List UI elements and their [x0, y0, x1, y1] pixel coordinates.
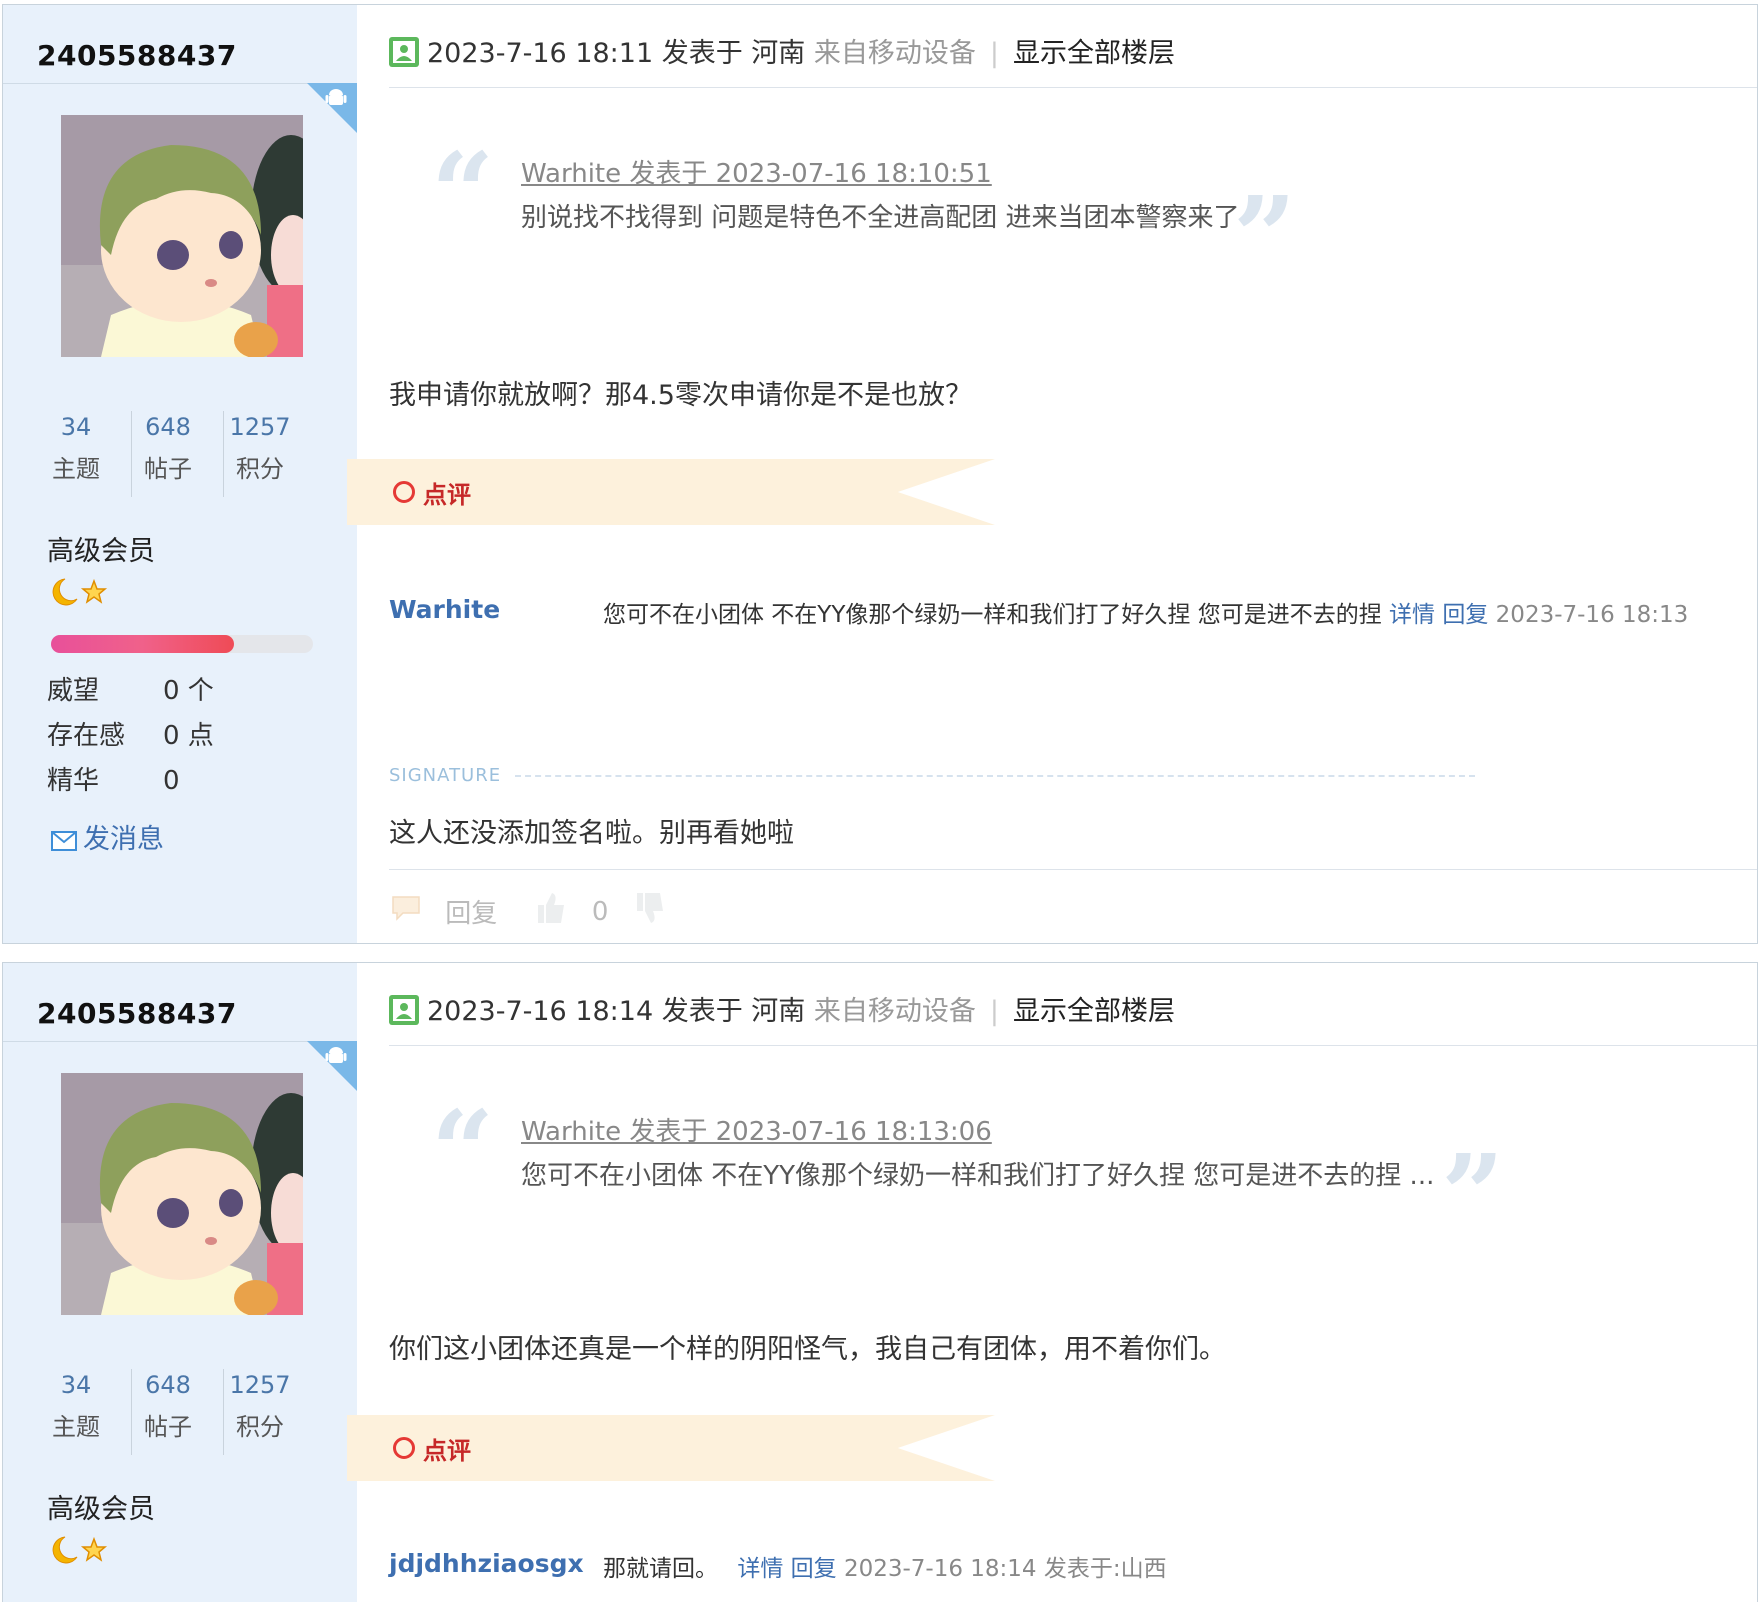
- user-sidebar: 2405588437: [3, 963, 357, 1602]
- username[interactable]: 2405588437: [37, 39, 237, 72]
- user-online-icon: [389, 995, 419, 1025]
- post-time: 2023-7-16 18:11 发表于 河南: [427, 38, 806, 69]
- attr-essence: 精华 0: [47, 766, 180, 796]
- avatar[interactable]: [61, 115, 303, 357]
- comment-text: 那就请回。: [603, 1556, 718, 1582]
- reply-button[interactable]: 回复: [445, 893, 497, 930]
- stat-threads[interactable]: 34 主题: [31, 1363, 121, 1447]
- attr-presence: 存在感 0 点: [47, 721, 214, 751]
- divider: [389, 869, 1757, 870]
- mail-icon: [51, 830, 77, 851]
- user-stats: 34 主题 648 帖子 1257 积分: [45, 405, 325, 497]
- quote-text: 别说找不找得到 问题是特色不全进高配团 进来当团本警察来了: [521, 203, 1240, 233]
- like-count: 0: [591, 896, 609, 927]
- show-all-floors-link[interactable]: 显示全部楼层: [1013, 996, 1175, 1027]
- open-quote-icon: “: [431, 128, 495, 257]
- mobile-badge: [307, 83, 357, 133]
- stat-posts[interactable]: 648 帖子: [123, 1363, 213, 1447]
- android-icon: [325, 89, 347, 105]
- stat-threads[interactable]: 34 主题: [31, 405, 121, 489]
- divider: [3, 1041, 357, 1042]
- comment-author[interactable]: Warhite: [389, 595, 500, 624]
- quote-source-link[interactable]: Warhite 发表于 2023-07-16 18:10:51: [521, 153, 992, 190]
- user-stats: 34 主题 648 帖子 1257 积分: [45, 1363, 325, 1455]
- post-content: 2023-7-16 18:14 发表于 河南 来自移动设备 | 显示全部楼层 “ W…: [347, 963, 1757, 1602]
- post-content: 2023-7-16 18:11 发表于 河南 来自移动设备 | 显示全部楼层 “ W…: [347, 5, 1757, 943]
- review-circle-icon: [393, 1437, 415, 1459]
- review-ribbon: 点评: [347, 459, 995, 525]
- signature-text: 这人还没添加签名啦。别再看她啦: [389, 818, 794, 849]
- comment-time: 2023-7-16 18:14 发表于:山西: [843, 1556, 1167, 1582]
- reply-icon[interactable]: [389, 893, 423, 930]
- signature-label: SIGNATURE: [389, 765, 502, 786]
- comment-author[interactable]: jdjdhhziaosgx: [389, 1549, 584, 1578]
- signature-divider: [515, 775, 1475, 777]
- stat-points[interactable]: 1257 积分: [215, 405, 305, 489]
- close-quote-icon: ”: [1233, 172, 1297, 301]
- username[interactable]: 2405588437: [37, 997, 237, 1030]
- comment-detail-link[interactable]: 详情: [737, 1556, 783, 1582]
- forum-post: 2405588437: [2, 962, 1758, 1602]
- mobile-badge: [307, 1041, 357, 1091]
- comment-text: 您可不在小团体 不在YY像那个绿奶一样和我们打了好久捏 您可是进不去的捏: [603, 602, 1382, 628]
- moon-star-icon: [52, 578, 108, 606]
- review-comment: Warhite 您可不在小团体 不在YY像那个绿奶一样和我们打了好久捏 您可是进…: [389, 593, 1757, 633]
- review-comment: jdjdhhziaosgx 那就请回。 详情 回复 2023-7-16 18:1…: [389, 1547, 1757, 1587]
- show-all-floors-link[interactable]: 显示全部楼层: [1013, 38, 1175, 69]
- user-online-icon: [389, 37, 419, 67]
- review-label: 点评: [423, 1437, 471, 1465]
- comment-time: 2023-7-16 18:13: [1495, 602, 1689, 628]
- divider: [3, 83, 357, 84]
- stat-points[interactable]: 1257 积分: [215, 1363, 305, 1447]
- post-header: 2023-7-16 18:14 发表于 河南 来自移动设备 | 显示全部楼层: [389, 989, 1175, 1028]
- android-icon: [325, 1047, 347, 1063]
- moon-star-icon: [52, 1536, 108, 1564]
- comment-detail-link[interactable]: 详情: [1389, 602, 1435, 628]
- open-quote-icon: “: [431, 1086, 495, 1215]
- post-body: 你们这小团体还真是一个样的阴阳怪气，我自己有团体，用不着你们。: [389, 1334, 1226, 1365]
- post-time: 2023-7-16 18:14 发表于 河南: [427, 996, 806, 1027]
- review-circle-icon: [393, 481, 415, 503]
- forum-post: 2405588437: [2, 4, 1758, 944]
- divider: [389, 1045, 1757, 1046]
- comment-reply-link[interactable]: 回复: [791, 1556, 837, 1582]
- comment-reply-link[interactable]: 回复: [1442, 602, 1488, 628]
- level-progress-bar: [51, 635, 313, 653]
- user-level[interactable]: 高级会员: [47, 1487, 155, 1526]
- post-actions: 回复 0: [389, 891, 667, 932]
- device-source: 来自移动设备: [813, 996, 976, 1027]
- progress-fill: [51, 635, 235, 653]
- device-source: 来自移动设备: [813, 38, 976, 69]
- review-label: 点评: [423, 481, 471, 509]
- divider: [389, 87, 1757, 88]
- send-message-link[interactable]: 发消息: [51, 817, 164, 856]
- post-body: 我申请你就放啊？那4.5零次申请你是不是也放？: [389, 380, 972, 411]
- thumbs-up-icon[interactable]: [534, 891, 568, 932]
- user-sidebar: 2405588437: [3, 5, 357, 943]
- thumbs-down-icon[interactable]: [633, 891, 667, 932]
- quote-text: 您可不在小团体 不在YY像那个绿奶一样和我们打了好久捏 您可是进不去的捏 ...: [521, 1161, 1435, 1191]
- post-header: 2023-7-16 18:11 发表于 河南 来自移动设备 | 显示全部楼层: [389, 31, 1175, 70]
- close-quote-icon: ”: [1441, 1130, 1505, 1259]
- attr-reputation: 威望 0 个: [47, 676, 214, 706]
- quote-source-link[interactable]: Warhite 发表于 2023-07-16 18:13:06: [521, 1111, 992, 1148]
- stat-posts[interactable]: 648 帖子: [123, 405, 213, 489]
- avatar[interactable]: [61, 1073, 303, 1315]
- user-attributes: 威望 0 个 存在感 0 点 精华 0: [47, 669, 214, 804]
- user-level[interactable]: 高级会员: [47, 529, 155, 568]
- review-ribbon: 点评: [347, 1415, 995, 1481]
